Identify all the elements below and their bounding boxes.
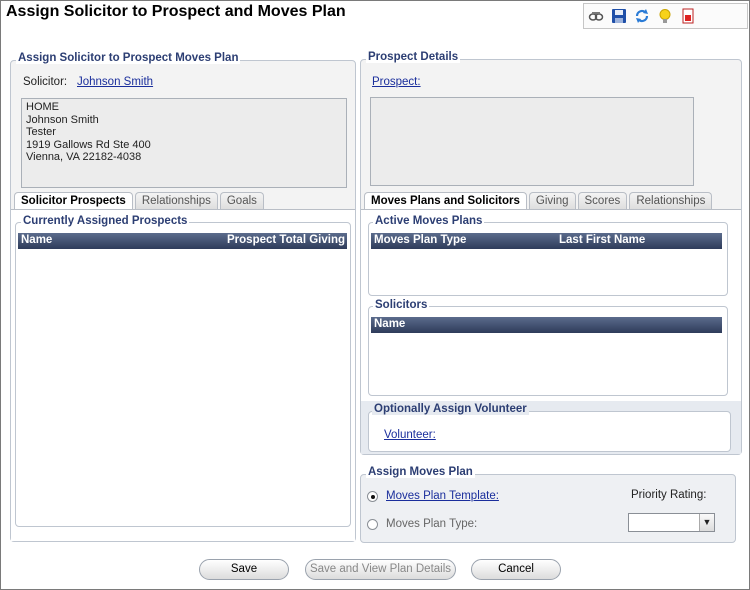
prospect-info-box — [370, 97, 694, 186]
solicitors-legend: Solicitors — [373, 299, 430, 311]
solicitor-label: Solicitor: — [23, 76, 68, 88]
solicitors-grid: Name — [371, 317, 722, 391]
assigned-prospects-legend: Currently Assigned Prospects — [21, 215, 190, 227]
lightbulb-icon[interactable] — [657, 8, 673, 24]
address-line: 1919 Gallows Rd Ste 400 — [26, 138, 151, 151]
tab-relationships[interactable]: Relationships — [134, 192, 218, 209]
assign-moves-plan-legend: Assign Moves Plan — [366, 466, 475, 478]
volunteer-legend: Optionally Assign Volunteer — [372, 403, 529, 415]
refresh-icon[interactable] — [634, 8, 650, 24]
chevron-down-icon[interactable]: ▼ — [699, 514, 714, 531]
tab-scores[interactable]: Scores — [577, 192, 628, 209]
column-header-name[interactable]: Name — [21, 234, 52, 246]
save-button[interactable]: Save — [199, 559, 289, 580]
right-tabs: Moves Plans and Solicitors Giving Scores… — [364, 192, 713, 209]
tab-solicitor-prospects[interactable]: Solicitor Prospects — [14, 192, 133, 209]
view-icon[interactable] — [588, 8, 604, 24]
grid-header: Moves Plan Type Last First Name — [371, 233, 722, 249]
report-icon[interactable] — [680, 8, 696, 24]
assigned-prospects-grid: Name Prospect Total Giving — [18, 233, 347, 523]
grid-header: Name — [371, 317, 722, 333]
tab-goals[interactable]: Goals — [219, 192, 264, 209]
toolbar — [583, 3, 748, 29]
address-line: Johnson Smith — [26, 113, 99, 126]
dialog-title: Assign Solicitor to Prospect and Moves P… — [6, 3, 346, 20]
tab-relationships-right[interactable]: Relationships — [629, 192, 713, 209]
active-moves-plans-grid: Moves Plan Type Last First Name — [371, 233, 722, 291]
column-header-last-first-name[interactable]: Last First Name — [559, 234, 645, 246]
active-moves-plans-legend: Active Moves Plans — [373, 215, 485, 227]
solicitor-name-link[interactable]: Johnson Smith — [77, 76, 153, 88]
moves-plan-type-radio[interactable] — [367, 519, 378, 530]
assign-moves-plan-panel — [360, 474, 736, 543]
assign-solicitor-legend: Assign Solicitor to Prospect Moves Plan — [16, 52, 241, 64]
left-tabs: Solicitor Prospects Relationships Goals — [14, 192, 264, 209]
priority-rating-label: Priority Rating: — [631, 489, 707, 501]
save-and-view-plan-details-button[interactable]: Save and View Plan Details — [305, 559, 456, 580]
prospect-link[interactable]: Prospect: — [372, 76, 421, 88]
save-icon[interactable] — [611, 8, 627, 24]
prospect-details-legend: Prospect Details — [366, 51, 461, 63]
solicitor-address-box: HOME Johnson Smith Tester 1919 Gallows R… — [21, 98, 347, 188]
moves-plan-template-radio[interactable] — [367, 491, 378, 502]
moves-plan-type-label: Moves Plan Type: — [386, 518, 478, 530]
grid-header: Name Prospect Total Giving — [18, 233, 347, 249]
address-line: HOME — [26, 101, 59, 113]
address-line: Tester — [26, 126, 56, 139]
tab-giving[interactable]: Giving — [528, 192, 576, 209]
column-header-name[interactable]: Name — [374, 318, 405, 330]
column-header-moves-plan-type[interactable]: Moves Plan Type — [374, 234, 466, 246]
tab-moves-plans-and-solicitors[interactable]: Moves Plans and Solicitors — [364, 192, 527, 209]
address-line: Vienna, VA 22182-4038 — [26, 151, 142, 164]
column-header-prospect-total-giving[interactable]: Prospect Total Giving — [227, 234, 345, 246]
cancel-button[interactable]: Cancel — [471, 559, 561, 580]
moves-plan-template-link[interactable]: Moves Plan Template: — [386, 490, 499, 502]
volunteer-link[interactable]: Volunteer: — [384, 429, 436, 441]
dialog-window: Assign Solicitor to Prospect and Moves P… — [0, 0, 750, 590]
priority-rating-select[interactable]: ▼ — [628, 513, 715, 532]
